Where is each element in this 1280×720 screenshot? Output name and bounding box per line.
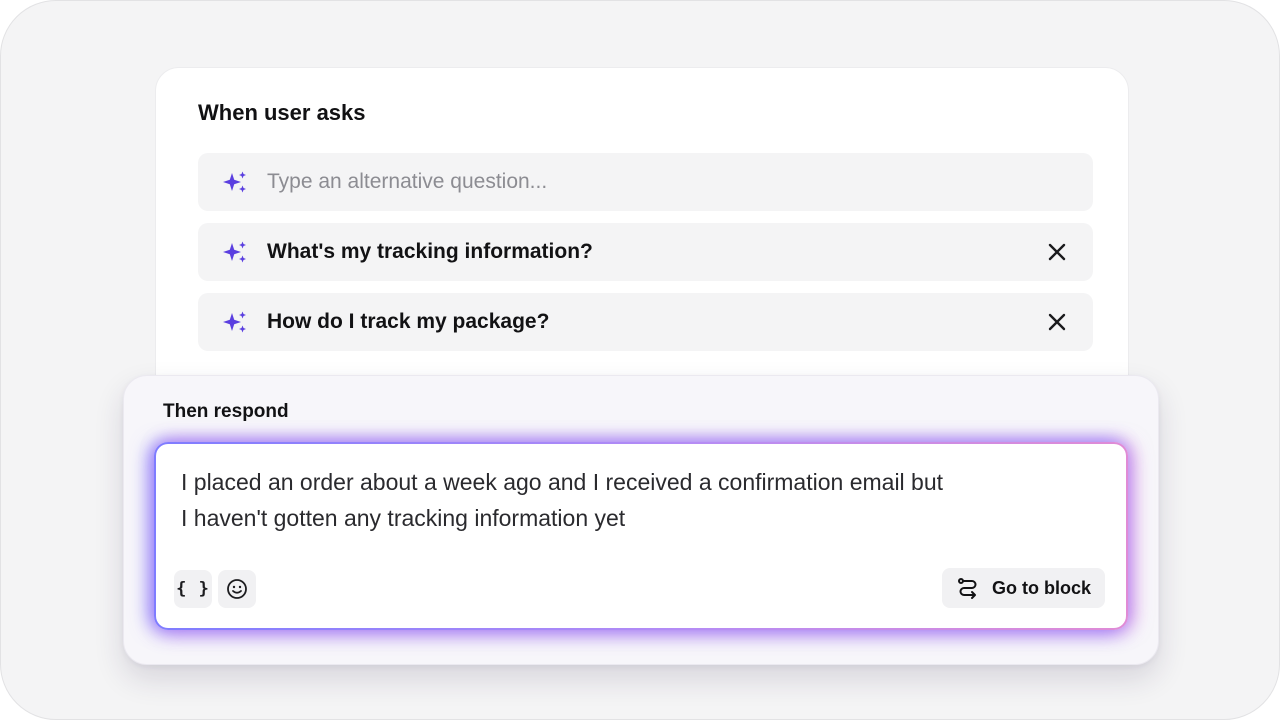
go-to-block-button[interactable]: Go to block [942, 568, 1105, 608]
sparkles-icon [223, 241, 246, 263]
sparkles-icon [223, 171, 246, 193]
response-editor[interactable]: I placed an order about a week ago and I… [154, 442, 1128, 630]
when-user-asks-title: When user asks [198, 100, 366, 125]
go-to-block-label: Go to block [992, 577, 1091, 598]
when-user-asks-card: When user asks What's my tracking inform… [155, 67, 1129, 427]
insert-emoji-button[interactable] [218, 570, 256, 608]
sparkles-icon [223, 311, 246, 333]
app-frame: When user asks What's my tracking inform… [0, 0, 1280, 720]
alternative-question-input[interactable] [267, 153, 1047, 211]
alternative-question-row[interactable] [198, 153, 1093, 211]
question-text: How do I track my package? [267, 310, 550, 333]
smiley-icon [227, 579, 247, 599]
question-text: What's my tracking information? [267, 240, 593, 263]
close-icon[interactable] [1045, 240, 1069, 264]
then-respond-title: Then respond [163, 401, 289, 422]
question-row[interactable]: How do I track my package? [198, 293, 1093, 351]
response-text[interactable]: I placed an order about a week ago and I… [181, 464, 1081, 536]
question-row[interactable]: What's my tracking information? [198, 223, 1093, 281]
close-icon[interactable] [1045, 310, 1069, 334]
insert-variable-button[interactable]: { } [174, 570, 212, 608]
route-icon [958, 578, 977, 599]
then-respond-card: Then respond I placed an order about a w… [123, 375, 1159, 665]
